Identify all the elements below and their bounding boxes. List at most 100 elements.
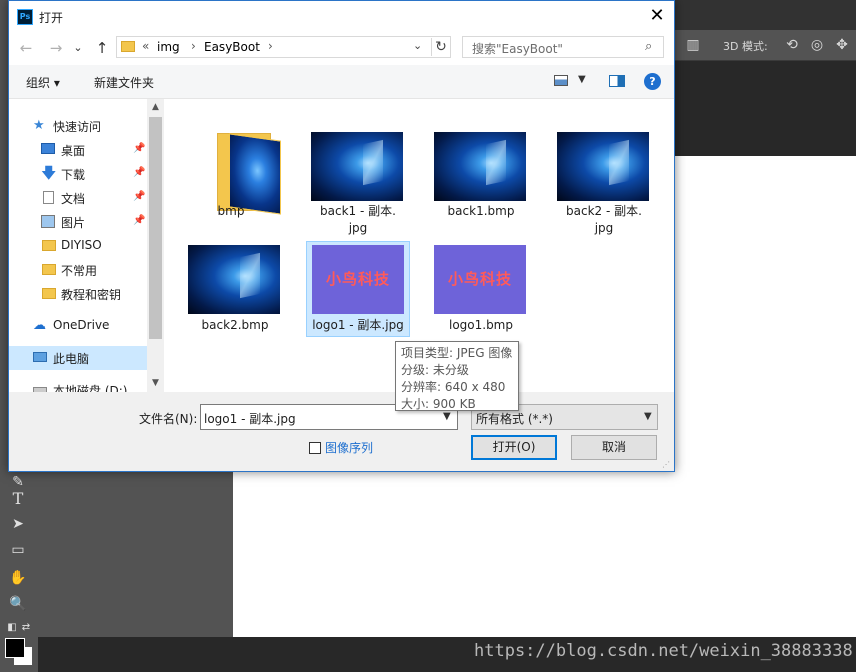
pin-icon[interactable]: 📌: [133, 191, 145, 202]
search-input[interactable]: 搜索"EasyBoot" ⌕: [462, 36, 664, 58]
sidebar-item-tutorials-keys[interactable]: 教程和密钥: [9, 282, 147, 306]
photoshop-menubar: [675, 0, 856, 30]
sidebar-item-label: 下载: [61, 168, 86, 182]
organize-menu[interactable]: 组织 ▾: [26, 74, 60, 91]
image-sequence-checkbox[interactable]: [309, 442, 321, 454]
change-view-icon[interactable]: [554, 75, 568, 86]
watermark-text: https://blog.csdn.net/weixin_38883338: [474, 641, 853, 661]
sidebar-item-this-pc[interactable]: 此电脑: [9, 346, 147, 370]
file-name-line2: jpg: [348, 221, 368, 235]
navigation-bar: ← → ⌄ ↑ « img › EasyBoot › ⌄ ↻ 搜索"EasyBo…: [9, 33, 674, 65]
image-thumbnail: [557, 132, 649, 201]
scroll-thumb[interactable]: [149, 117, 162, 339]
pin-icon[interactable]: 📌: [133, 167, 145, 178]
sidebar-item-label: 快速访问: [53, 120, 102, 134]
filename-label: 文件名(N):: [139, 412, 198, 426]
folder-icon: [42, 288, 56, 299]
document-icon: [43, 191, 54, 204]
sidebar-item-label: 此电脑: [53, 352, 90, 366]
zoom-tool-icon[interactable]: 🔍: [8, 594, 28, 614]
hand-tool-icon[interactable]: ✋: [8, 568, 28, 588]
image-thumbnail: 小鸟科技: [434, 245, 526, 314]
file-item-back2-copy[interactable]: back2 - 副本. jpg: [552, 132, 656, 235]
download-icon: 🡇: [41, 164, 57, 182]
file-name: back2 - 副本.: [566, 204, 642, 218]
file-item-back1-copy[interactable]: back1 - 副本. jpg: [306, 132, 410, 235]
desktop-icon: [41, 143, 55, 154]
sidebar-item-onedrive[interactable]: ☁ OneDrive: [9, 314, 147, 338]
sidebar-scrollbar[interactable]: ▲ ▼: [147, 99, 164, 392]
image-thumbnail: 小鸟科技: [312, 245, 404, 314]
recent-locations-icon[interactable]: ⌄: [69, 39, 87, 57]
sidebar-item-desktop[interactable]: 桌面 📌: [9, 138, 147, 162]
rectangle-tool-icon[interactable]: ▭: [8, 540, 28, 560]
cloud-icon: ☁: [33, 318, 46, 333]
swap-colors-icon[interactable]: ⇄: [16, 618, 36, 638]
file-item-logo1-copy[interactable]: 小鸟科技 logo1 - 副本.jpg: [306, 241, 410, 337]
new-folder-button[interactable]: 新建文件夹: [94, 74, 154, 91]
file-item-bmp-folder[interactable]: bmp: [179, 115, 283, 218]
sidebar-item-local-disk-d[interactable]: 本地磁盘 (D:): [9, 378, 147, 392]
scroll-down-icon[interactable]: ▼: [147, 375, 164, 392]
back-arrow-icon[interactable]: ←: [17, 39, 35, 57]
image-thumbnail: [434, 132, 526, 201]
file-item-back1-bmp[interactable]: back1.bmp: [429, 132, 533, 228]
file-name: bmp: [217, 204, 245, 218]
sidebar-item-label: DIYISO: [61, 238, 102, 252]
sidebar-item-quick-access[interactable]: ★ 快速访问: [9, 114, 147, 138]
scroll-up-icon[interactable]: ▲: [147, 99, 164, 116]
file-name: back1.bmp: [447, 204, 515, 218]
navigation-pane: ★ 快速访问 桌面 📌 🡇 下载 📌 文档 📌 图片 📌 DIYISO 不常用 …: [9, 99, 164, 392]
breadcrumb-img[interactable]: img: [157, 40, 180, 54]
refresh-icon[interactable]: ↻: [431, 38, 450, 56]
chevron-down-icon[interactable]: ▼: [644, 411, 652, 422]
file-name-line2: jpg: [594, 221, 614, 235]
3d-mode-label: 3D 模式:: [723, 40, 768, 53]
dialog-title: 打开: [39, 11, 64, 25]
file-item-logo1-bmp[interactable]: 小鸟科技 logo1.bmp: [429, 245, 533, 341]
3d-roll-icon[interactable]: ◎: [808, 36, 826, 54]
image-thumbnail: [311, 132, 403, 201]
dialog-titlebar[interactable]: Ps 打开 ✕: [9, 1, 674, 33]
open-button[interactable]: 打开(O): [471, 435, 557, 460]
pictures-icon: [41, 215, 55, 228]
path-selection-tool-icon[interactable]: ➤: [8, 514, 28, 534]
chevron-down-icon[interactable]: ⌄: [413, 39, 422, 52]
pin-icon[interactable]: 📌: [133, 143, 145, 154]
align-icon[interactable]: ▥: [684, 36, 702, 54]
search-icon[interactable]: ⌕: [645, 39, 652, 54]
foreground-color-swatch[interactable]: [5, 638, 25, 658]
file-item-back2-bmp[interactable]: back2.bmp: [183, 245, 287, 341]
view-options-chevron-icon[interactable]: ▼: [578, 74, 586, 85]
file-name: back1 - 副本.: [320, 204, 396, 218]
image-sequence-label[interactable]: 图像序列: [325, 439, 373, 456]
resize-grip-icon[interactable]: ⋰: [662, 460, 670, 469]
cancel-button[interactable]: 取消: [571, 435, 657, 460]
breadcrumb-easyboot[interactable]: EasyBoot: [204, 40, 260, 54]
sidebar-item-label: OneDrive: [53, 318, 110, 332]
file-name: back2.bmp: [201, 318, 269, 332]
help-icon[interactable]: ?: [644, 73, 661, 90]
preview-pane-icon[interactable]: [609, 75, 625, 87]
3d-pan-icon[interactable]: ✥: [833, 36, 851, 54]
sidebar-item-pictures[interactable]: 图片 📌: [9, 210, 147, 234]
3d-rotate-icon[interactable]: ⟲: [783, 36, 801, 54]
sidebar-item-diyiso[interactable]: DIYISO: [9, 234, 147, 258]
chevron-right-icon[interactable]: ›: [268, 39, 273, 53]
type-tool-icon[interactable]: T: [8, 489, 28, 509]
address-bar[interactable]: « img › EasyBoot › ⌄ ↻: [116, 36, 451, 58]
filename-value: logo1 - 副本.jpg: [204, 412, 296, 426]
open-file-dialog: Ps 打开 ✕ ← → ⌄ ↑ « img › EasyBoot › ⌄ ↻ 搜…: [8, 0, 675, 472]
close-button[interactable]: ✕: [639, 1, 675, 33]
sidebar-item-rarely-used[interactable]: 不常用: [9, 258, 147, 282]
pin-icon[interactable]: 📌: [133, 215, 145, 226]
forward-arrow-icon[interactable]: →: [47, 39, 65, 57]
chevron-right-icon[interactable]: ›: [191, 39, 196, 53]
sidebar-item-downloads[interactable]: 🡇 下载 📌: [9, 162, 147, 186]
image-thumbnail: [188, 245, 280, 314]
tooltip-line-resolution: 分辨率: 640 x 480: [401, 380, 506, 394]
breadcrumb-overflow[interactable]: «: [142, 39, 149, 53]
up-arrow-icon[interactable]: ↑: [93, 39, 111, 57]
photoshop-options-bar: ▥ 3D 模式: ⟲ ◎ ✥: [675, 30, 856, 61]
sidebar-item-documents[interactable]: 文档 📌: [9, 186, 147, 210]
